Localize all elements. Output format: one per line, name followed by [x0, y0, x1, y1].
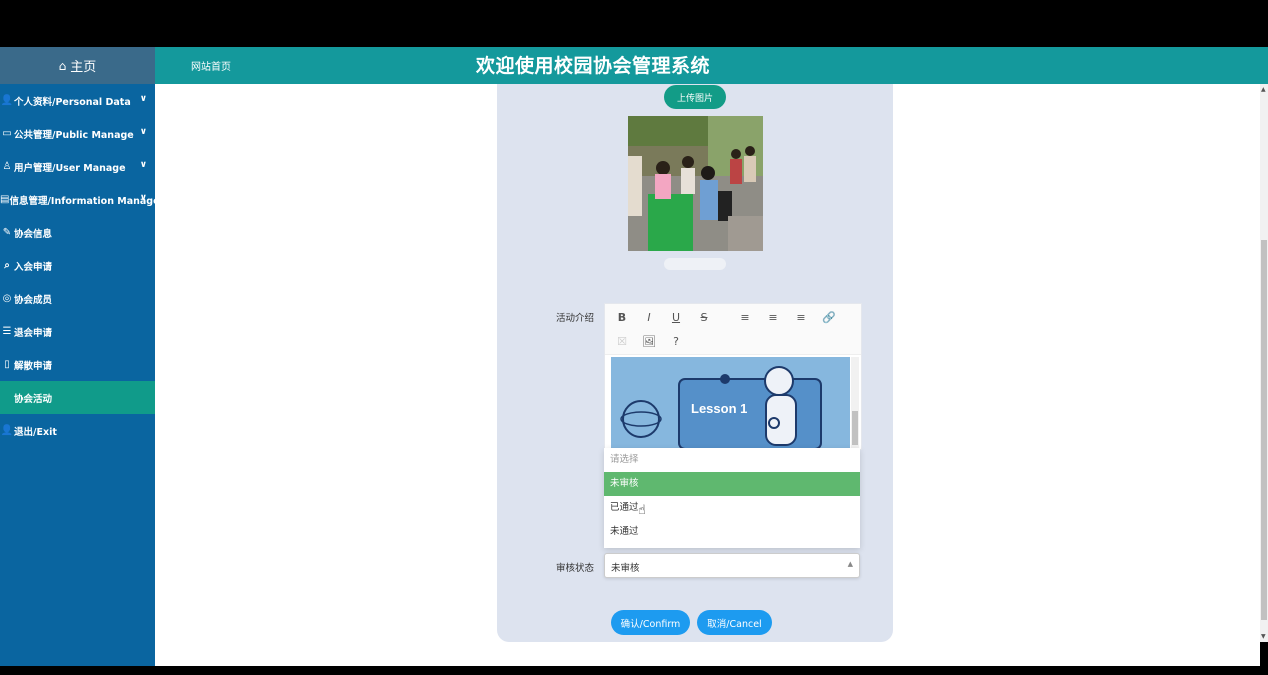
sidebar-item-label: 入会申请	[14, 261, 53, 273]
sidebar-item-personal-data[interactable]: 👤 个人资料/Personal Data ∨	[0, 84, 155, 117]
audit-status-label: 审核状态	[556, 563, 595, 574]
sidebar-item-label: 协会信息	[14, 228, 53, 240]
chevron-down-icon: ∨	[139, 94, 147, 104]
sidebar-item-user-manage[interactable]: ♙ 用户管理/User Manage ∨	[0, 150, 155, 183]
editor-scrollbar-thumb[interactable]	[852, 411, 858, 445]
underline-button[interactable]: U	[669, 311, 683, 324]
bottom-black-bar	[0, 666, 1268, 675]
sidebar-item-label: 信息管理/Information Manage	[9, 195, 160, 207]
lesson-text: Lesson 1	[691, 401, 747, 416]
sidebar-item-label: 协会成员	[14, 294, 53, 306]
sidebar: 👤 个人资料/Personal Data ∨ ▭ 公共管理/Public Man…	[0, 84, 160, 666]
sidebar-item-label: 用户管理/User Manage	[14, 162, 126, 174]
sidebar-item-label: 退出/Exit	[14, 426, 57, 438]
status-option-placeholder[interactable]: 请选择	[604, 448, 860, 472]
list-icon: ☰	[2, 326, 12, 337]
home-label: 主页	[70, 60, 97, 75]
unlink-icon[interactable]: ☒	[615, 335, 629, 348]
italic-button[interactable]: I	[642, 311, 656, 324]
chevron-up-icon: ▲	[847, 560, 853, 568]
align-center-icon[interactable]: ≡	[766, 311, 780, 324]
link-icon[interactable]: 🔗	[822, 311, 836, 324]
chevron-down-icon: ∨	[139, 127, 147, 137]
sidebar-item-dissolve-application[interactable]: ▯ 解散申请	[0, 348, 155, 381]
strikethrough-button[interactable]: S	[697, 311, 711, 324]
monitor-icon: ▭	[2, 128, 12, 139]
status-option-rejected[interactable]: 未通过	[604, 520, 860, 544]
uploaded-photo	[628, 116, 763, 251]
editor-scrollbar[interactable]	[851, 357, 859, 449]
page-title: 欢迎使用校园协会管理系统	[476, 55, 711, 77]
sidebar-item-activities[interactable]: 协会活动	[0, 381, 155, 414]
scroll-down-icon[interactable]: ▼	[1261, 633, 1266, 640]
file-icon: ▯	[4, 359, 10, 370]
sidebar-item-label: 协会活动	[14, 393, 53, 405]
user-icon: 👤	[0, 95, 14, 106]
sidebar-item-association-info[interactable]: ✎ 协会信息	[0, 216, 155, 249]
chevron-down-icon: ∨	[139, 160, 147, 170]
sidebar-item-information-manage[interactable]: ▤ 信息管理/Information Manage ∨	[0, 183, 160, 216]
watermark-text: CSDN @vx2_Biye_Design	[1036, 645, 1251, 665]
top-black-bar	[0, 0, 1268, 47]
sidebar-item-quit-application[interactable]: ☰ 退会申请	[0, 315, 155, 348]
sidebar-item-label: 个人资料/Personal Data	[14, 96, 131, 108]
photo-illustration	[628, 116, 763, 251]
audit-status-value: 未审核	[611, 563, 640, 574]
editor-toolbar: B I U S ≡ ≡ ≡ 🔗 ☒ 🖼 ?	[605, 304, 861, 355]
help-icon[interactable]: ?	[669, 335, 683, 348]
sidebar-item-join-application[interactable]: ⌕ 入会申请	[0, 249, 155, 282]
sidebar-item-label: 解散申请	[14, 360, 53, 372]
cancel-button[interactable]: 取消/Cancel	[697, 610, 772, 635]
mouse-cursor-icon: ☝	[638, 503, 646, 518]
editor-embedded-image: Lesson 1	[611, 357, 850, 449]
align-left-icon[interactable]: ≡	[738, 311, 752, 324]
chevron-down-icon: ∨	[139, 193, 147, 203]
upload-image-button[interactable]: 上传图片	[664, 85, 726, 109]
status-dropdown-menu: 请选择 未审核 已通过 未通过	[604, 448, 860, 548]
confirm-button[interactable]: 确认/Confirm	[611, 610, 690, 635]
image-icon[interactable]: 🖼	[642, 335, 656, 348]
audit-status-select[interactable]: 未审核 ▲	[604, 553, 860, 578]
status-option-pending[interactable]: 未审核	[604, 472, 860, 496]
rich-text-editor[interactable]: B I U S ≡ ≡ ≡ 🔗 ☒ 🖼 ? Lesson 1	[604, 303, 862, 450]
sidebar-item-exit[interactable]: 👤 退出/Exit	[0, 414, 155, 447]
page-scrollbar[interactable]: ▲ ▼	[1260, 84, 1268, 642]
activity-intro-label: 活动介绍	[556, 313, 595, 324]
home-button[interactable]: ⌂ 主页	[0, 47, 155, 84]
scroll-up-icon[interactable]: ▲	[1261, 86, 1266, 93]
site-home-link[interactable]: 网站首页	[191, 58, 231, 73]
home-icon: ⌂	[58, 58, 67, 73]
person-icon: ♙	[2, 161, 12, 172]
image-caption-placeholder	[664, 258, 726, 270]
exit-icon: 👤	[0, 425, 14, 436]
sidebar-item-public-manage[interactable]: ▭ 公共管理/Public Manage ∨	[0, 117, 155, 150]
sidebar-item-label: 公共管理/Public Manage	[14, 129, 134, 141]
members-icon: ◎	[2, 293, 12, 304]
bold-button[interactable]: B	[615, 311, 629, 324]
apply-icon: ⌕	[4, 260, 10, 271]
document-icon: ▤	[0, 194, 10, 205]
sidebar-item-members[interactable]: ◎ 协会成员	[0, 282, 155, 315]
align-right-icon[interactable]: ≡	[794, 311, 808, 324]
scrollbar-thumb[interactable]	[1261, 240, 1267, 620]
lesson-illustration: Lesson 1	[611, 357, 850, 449]
sidebar-item-label: 退会申请	[14, 327, 53, 339]
edit-icon: ✎	[2, 227, 12, 238]
